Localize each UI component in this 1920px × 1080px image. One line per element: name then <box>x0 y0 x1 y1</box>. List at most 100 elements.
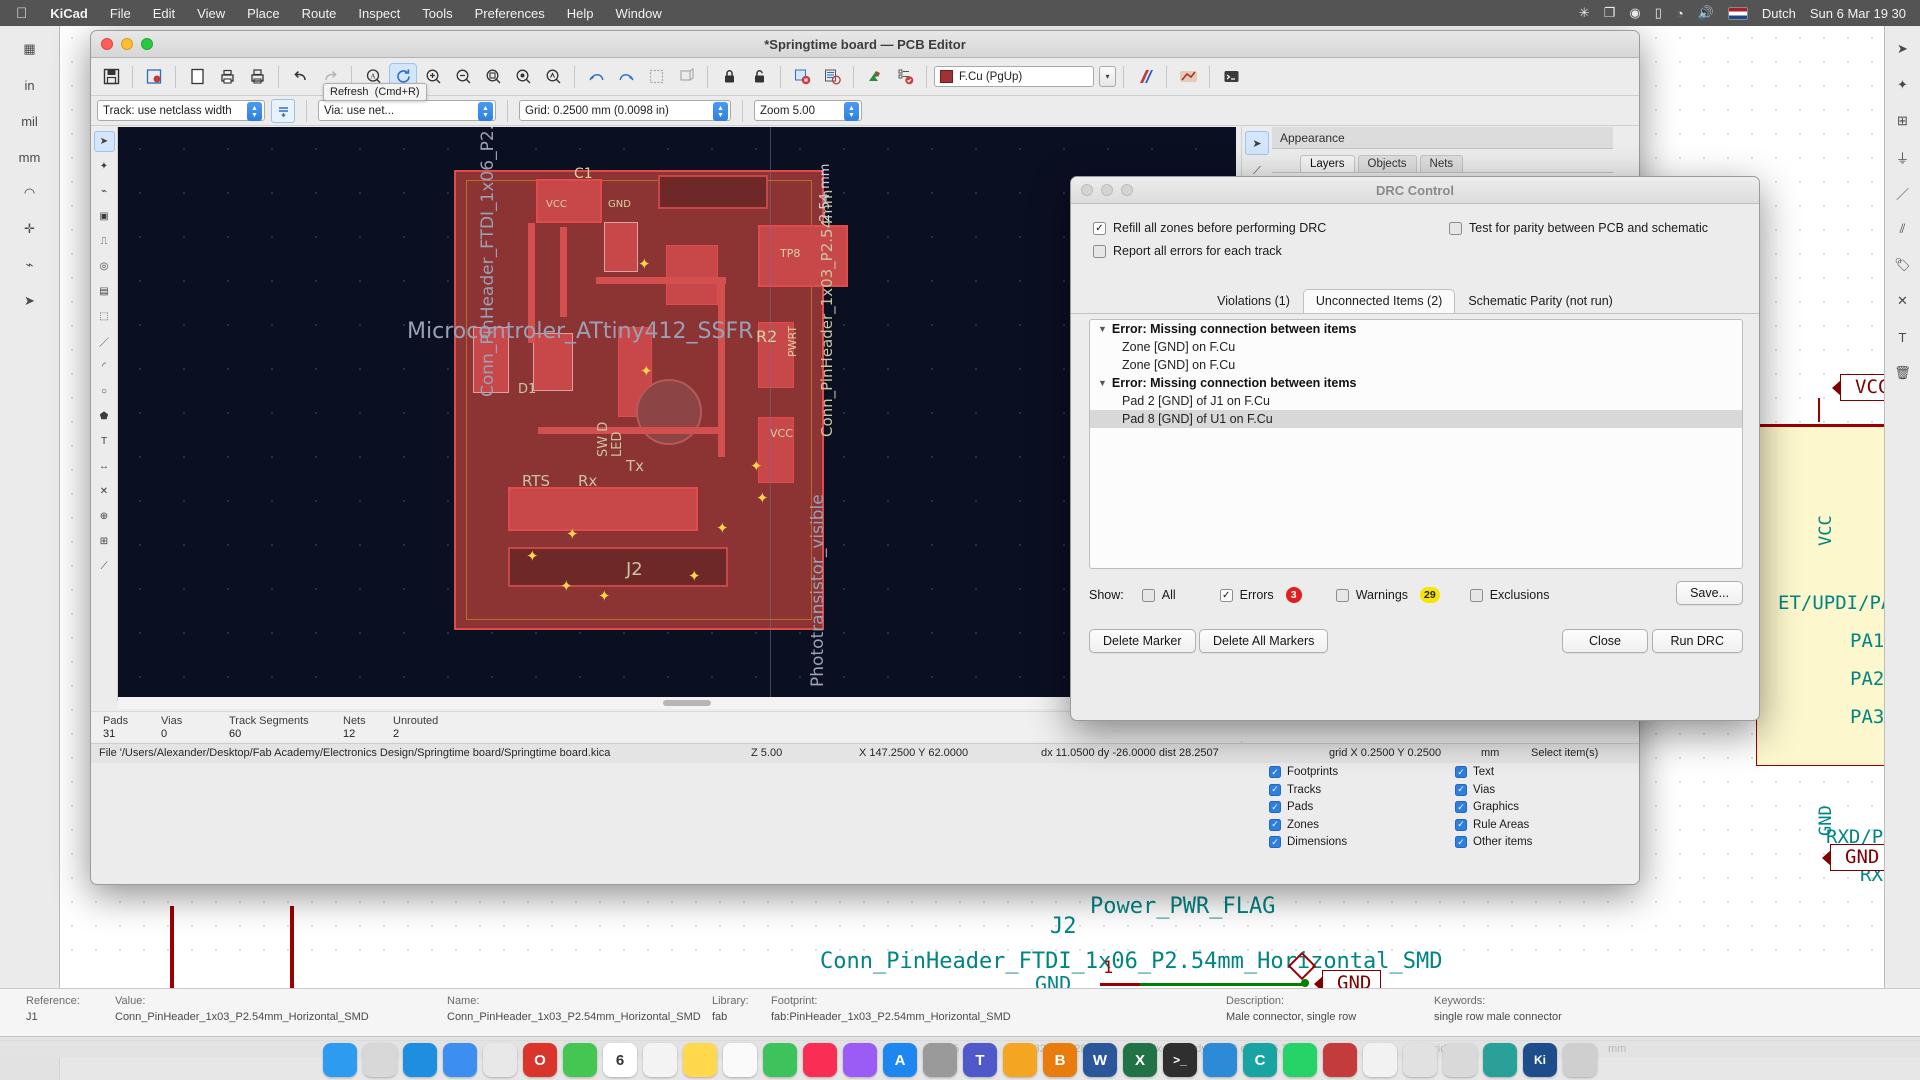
dock-item-calendar[interactable]: 6 <box>603 1043 637 1077</box>
no-connect-icon[interactable]: ✕ <box>1890 288 1916 314</box>
cursor-cross-icon[interactable]: ✛ <box>17 216 43 242</box>
drc-result-item[interactable]: Zone [GND] on F.Cu <box>1090 338 1742 356</box>
dock-item-notes[interactable] <box>683 1043 717 1077</box>
pcb-component-mid[interactable] <box>666 245 718 305</box>
text-icon[interactable]: T <box>1890 324 1916 350</box>
dimension-icon[interactable]: ↔ <box>94 456 115 477</box>
menu-file[interactable]: File <box>99 6 142 21</box>
checkbox-dimensions[interactable]: ✓ Dimensions <box>1269 834 1433 852</box>
mac-menu-bar[interactable]:  KiCad File Edit View Place Route Inspe… <box>0 0 1920 26</box>
checkbox-footprints[interactable]: ✓ Footprints <box>1269 764 1433 782</box>
save-icon[interactable] <box>97 63 125 91</box>
rule-area-icon[interactable]: ⬚ <box>94 306 115 327</box>
layers-icon[interactable] <box>891 63 919 91</box>
menu-route[interactable]: Route <box>291 6 348 21</box>
drc-result-item[interactable]: Pad 2 [GND] of J1 on F.Cu <box>1090 392 1742 410</box>
drc-action-buttons[interactable]: Delete Marker Delete All Markers Close R… <box>1089 629 1743 659</box>
scripting-console-icon[interactable] <box>1217 63 1245 91</box>
screen-mirroring-icon[interactable]: ❐ <box>1604 5 1616 21</box>
dock-item-kicad[interactable]: Ki <box>1523 1043 1557 1077</box>
layer-pair-icon[interactable] <box>1131 63 1159 91</box>
drc-marker-icon[interactable]: ✦ <box>756 489 769 507</box>
dock-item-chrome[interactable] <box>483 1043 517 1077</box>
dock-item-freecad[interactable] <box>1323 1043 1357 1077</box>
dock-item-pages[interactable] <box>1003 1043 1037 1077</box>
dock-item-photos[interactable] <box>723 1043 757 1077</box>
pcb-mounting-hole[interactable] <box>636 379 702 445</box>
flag-icon[interactable] <box>1727 6 1748 20</box>
net-label-icon[interactable]: 🏷 <box>1890 252 1916 278</box>
text-icon[interactable]: T <box>94 431 115 452</box>
menu-view[interactable]: View <box>186 6 236 21</box>
mac-dock[interactable]: O 6 A T B W X >_ C Ki <box>0 1036 1920 1080</box>
drc-marker-icon[interactable]: ✦ <box>526 547 539 565</box>
drc-marker-icon[interactable]: ✦ <box>688 567 701 585</box>
dock-item-gimp[interactable] <box>1403 1043 1437 1077</box>
dock-item-safari[interactable] <box>403 1043 437 1077</box>
menu-tools[interactable]: Tools <box>411 6 463 21</box>
dock-item-reminders[interactable] <box>643 1043 677 1077</box>
checkbox-pads[interactable]: ✓ Pads <box>1269 799 1433 817</box>
checkbox-text[interactable]: ✓ Text <box>1455 764 1619 782</box>
chevron-down-icon[interactable]: ▼ <box>1098 324 1107 334</box>
clock-icon[interactable]: ◔ <box>1676 6 1684 21</box>
save-button[interactable]: Save... <box>1676 581 1743 605</box>
pcb-component-j2-row[interactable] <box>508 487 698 531</box>
drc-marker-icon[interactable]: ✦ <box>640 362 653 380</box>
line-icon[interactable]: ／ <box>94 331 115 352</box>
drc-result-group[interactable]: ▼ Error: Missing connection between item… <box>1090 374 1742 392</box>
dock-item-kicad-sch[interactable] <box>1483 1043 1517 1077</box>
apple-icon[interactable]:  <box>8 5 39 22</box>
highlight-net-icon[interactable]: ✦ <box>1890 72 1916 98</box>
zoom-select[interactable]: Zoom 5.00 ▲ ▼ <box>754 100 862 121</box>
appearance-tabs[interactable]: Layers Objects Nets <box>1272 151 1613 173</box>
volume-icon[interactable]: 🔊 <box>1698 5 1714 21</box>
close-button[interactable]: Close <box>1562 629 1648 653</box>
rotate-icon[interactable] <box>612 63 640 91</box>
filter-warnings[interactable]: Warnings <box>1335 588 1408 602</box>
filter-all[interactable]: All <box>1141 588 1176 602</box>
zoom-fit-icon[interactable] <box>479 63 507 91</box>
track-icon[interactable]: ⎍ <box>94 231 115 252</box>
ratsnest-icon[interactable]: ⌁ <box>17 252 43 278</box>
grid-origin-icon[interactable]: ⊞ <box>94 531 115 552</box>
pcb-titlebar[interactable]: *Springtime board — PCB Editor <box>91 31 1639 58</box>
drc-icon[interactable] <box>788 63 816 91</box>
checkbox-refill-zones[interactable]: ✓ Refill all zones before performing DRC <box>1093 221 1326 235</box>
select-tool-icon[interactable]: ➤ <box>1890 36 1916 62</box>
scrollbar-thumb[interactable] <box>663 700 711 706</box>
unit-in-icon[interactable]: in <box>17 72 43 98</box>
via-size-select[interactable]: Via: use net... ▲ ▼ <box>318 100 496 121</box>
track-width-list-icon[interactable] <box>271 98 295 123</box>
netlist-icon[interactable] <box>818 63 846 91</box>
zoom-out-icon[interactable] <box>449 63 477 91</box>
unit-mil-icon[interactable]: mil <box>17 108 43 134</box>
delete-icon[interactable]: 🗑 <box>1890 360 1916 386</box>
dock-item-podcasts[interactable] <box>843 1043 877 1077</box>
tab-layers[interactable]: Layers <box>1300 155 1355 172</box>
menu-window[interactable]: Window <box>604 6 672 21</box>
chevron-down-icon[interactable]: ▼ <box>1098 378 1107 388</box>
dock-item-opera[interactable]: O <box>523 1043 557 1077</box>
menu-kicad[interactable]: KiCad <box>39 6 99 21</box>
select-tool-icon[interactable]: ➤ <box>93 131 115 152</box>
zone-icon[interactable]: ▤ <box>94 281 115 302</box>
drc-marker-icon[interactable]: ✦ <box>598 587 611 605</box>
dock-item-cura[interactable]: C <box>1243 1043 1277 1077</box>
pcb-secondary-toolbar[interactable]: Track: use netclass width ▲ ▼ Via: use ne… <box>91 83 1639 126</box>
draw-bus-icon[interactable]: ⫽ <box>1890 216 1916 242</box>
control-center-icon[interactable]: ◉ <box>1629 5 1640 21</box>
draw-wire-icon[interactable]: ／ <box>1890 180 1916 206</box>
checkbox-rule-areas[interactable]: ✓ Rule Areas <box>1455 816 1619 834</box>
dock-item-teams[interactable]: T <box>963 1043 997 1077</box>
menu-place[interactable]: Place <box>236 6 291 21</box>
menu-datetime[interactable]: Sun 6 Mar 19 30 <box>1810 6 1906 21</box>
grid-select[interactable]: Grid: 0.2500 mm (0.0098 in) ▲ ▼ <box>519 100 731 121</box>
dock-item-whatsapp[interactable] <box>1283 1043 1317 1077</box>
drc-marker-icon[interactable]: ✦ <box>560 577 573 595</box>
dock-item-terminal[interactable]: >_ <box>1163 1043 1197 1077</box>
tab-nets[interactable]: Nets <box>1419 155 1464 172</box>
filter-exclusions[interactable]: Exclusions <box>1469 588 1549 602</box>
checkbox-graphics[interactable]: ✓ Graphics <box>1455 799 1619 817</box>
filter-errors[interactable]: ✓ Errors <box>1219 588 1274 602</box>
